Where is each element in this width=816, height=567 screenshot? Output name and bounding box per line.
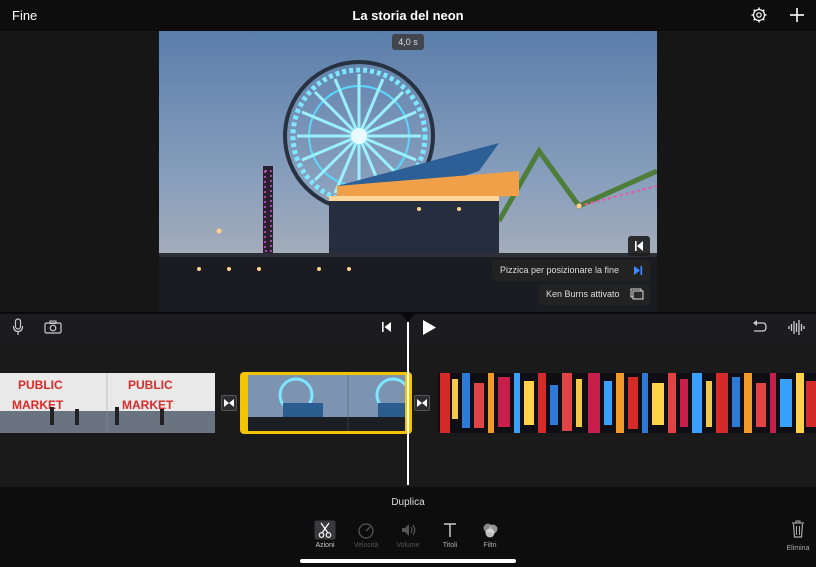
playhead[interactable] [407,322,409,485]
transition-icon [224,399,234,407]
ken-burns-end-label: Pizzica per posizionare la fine [500,265,620,275]
tool-titles-label: Titoli [442,542,458,549]
delete-button[interactable]: Elimina [781,520,815,552]
tool-actions-label: Azioni [315,542,335,549]
action-mode-label: Duplica [391,497,425,508]
speedometer-icon [358,523,374,539]
svg-text:MARKET: MARKET [12,398,64,412]
tool-volume[interactable]: Volume [388,520,428,549]
tool-titles[interactable]: Titoli [430,520,470,549]
ken-burns-end-hint: Pizzica per posizionare la fine [492,260,650,281]
trash-icon [792,520,804,538]
tool-volume-label: Volume [396,542,420,549]
svg-text:PUBLIC: PUBLIC [18,378,63,392]
ken-burns-status[interactable]: Ken Burns attivato [538,284,650,305]
clip-duration-badge: 4,0 s [392,34,424,50]
scissors-icon [314,520,336,540]
playhead-notch [399,312,417,322]
skip-to-start-icon[interactable] [381,321,393,333]
audio-waveform-icon[interactable] [788,319,806,336]
tool-filters[interactable]: Filtri [470,520,510,549]
plus-icon[interactable] [788,6,806,24]
gear-icon[interactable] [751,7,767,23]
undo-icon[interactable] [751,319,767,335]
camera-icon[interactable] [44,320,62,334]
transition-button-2[interactable] [414,395,430,411]
tool-speed-label: Velocità [353,542,379,549]
timeline-clip-ferris-wheel[interactable] [248,375,405,431]
svg-text:PUBLIC: PUBLIC [128,378,173,392]
svg-text:MARKET: MARKET [122,398,174,412]
ken-burns-icon [630,288,644,300]
filters-icon [483,523,498,538]
speaker-icon [402,524,416,536]
timeline-clip-neon-street[interactable] [438,373,816,433]
transition-icon [417,399,427,407]
delete-label: Elimina [786,545,810,552]
timeline-clip-market[interactable]: PUBLIC MARKET PUBLIC MARKET [0,373,215,433]
text-icon [444,523,456,537]
tool-filters-label: Filtri [483,542,497,549]
ken-burns-end-icon[interactable] [628,261,648,280]
microphone-icon[interactable] [12,318,24,336]
transition-button-1[interactable] [221,395,237,411]
tool-speed[interactable]: Velocità [346,520,386,549]
play-icon[interactable] [421,319,437,336]
ken-burns-status-label: Ken Burns attivato [546,289,620,299]
home-indicator [300,559,516,563]
tool-actions[interactable]: Azioni [305,520,345,549]
project-title: La storia del neon [352,8,464,23]
ken-burns-start-icon[interactable] [628,236,650,256]
